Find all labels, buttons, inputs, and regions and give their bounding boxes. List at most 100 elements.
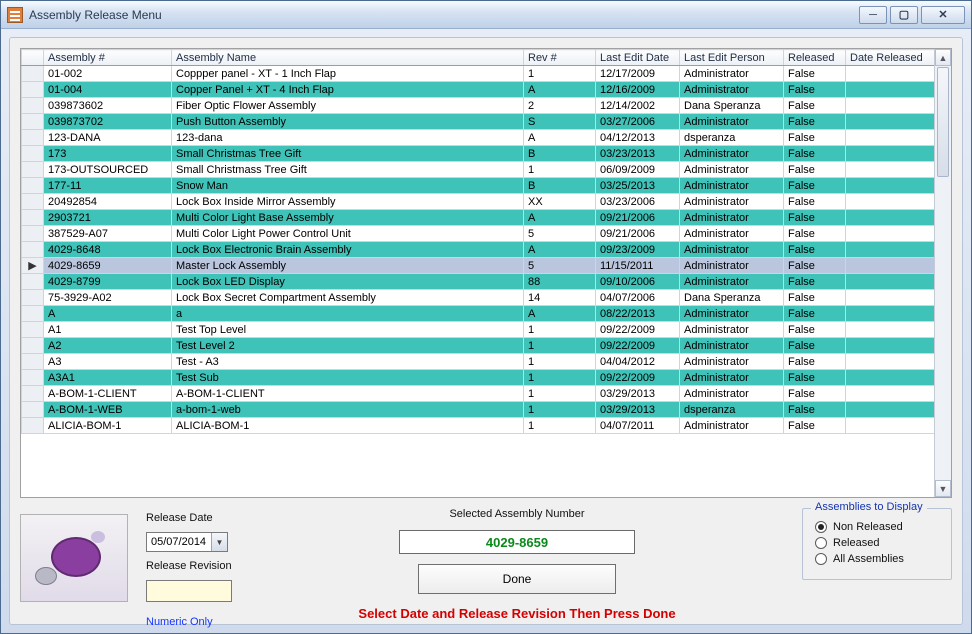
cell-assembly-name[interactable]: Lock Box Secret Compartment Assembly	[172, 290, 524, 306]
cell-assembly-name[interactable]: Multi Color Light Base Assembly	[172, 210, 524, 226]
cell-last-edit-person[interactable]: Administrator	[680, 370, 784, 386]
cell-last-edit-person[interactable]: Administrator	[680, 178, 784, 194]
cell-date-released[interactable]	[846, 274, 935, 290]
cell-date-released[interactable]	[846, 210, 935, 226]
cell-last-edit-person[interactable]: Administrator	[680, 226, 784, 242]
row-header[interactable]	[22, 418, 44, 434]
filter-option[interactable]: All Assemblies	[815, 553, 939, 565]
cell-assembly-name[interactable]: Snow Man	[172, 178, 524, 194]
cell-date-released[interactable]	[846, 226, 935, 242]
cell-last-edit-date[interactable]: 09/21/2006	[596, 226, 680, 242]
maximize-button[interactable]: ▢	[890, 6, 918, 24]
cell-released[interactable]: False	[784, 194, 846, 210]
cell-assembly-number[interactable]: 123-DANA	[44, 130, 172, 146]
cell-assembly-number[interactable]: A2	[44, 338, 172, 354]
row-header[interactable]	[22, 162, 44, 178]
table-row[interactable]: 01-002Coppper panel - XT - 1 Inch Flap11…	[22, 66, 935, 82]
table-row[interactable]: 173Small Christmas Tree GiftB03/23/2013A…	[22, 146, 935, 162]
row-header[interactable]	[22, 242, 44, 258]
cell-date-released[interactable]	[846, 322, 935, 338]
row-header[interactable]	[22, 66, 44, 82]
cell-rev[interactable]: 1	[524, 370, 596, 386]
cell-assembly-name[interactable]: a-bom-1-web	[172, 402, 524, 418]
cell-assembly-number[interactable]: ALICIA-BOM-1	[44, 418, 172, 434]
cell-released[interactable]: False	[784, 98, 846, 114]
cell-assembly-number[interactable]: 039873602	[44, 98, 172, 114]
col-rowheader[interactable]	[22, 50, 44, 66]
col-last-edit-date[interactable]: Last Edit Date	[596, 50, 680, 66]
cell-assembly-name[interactable]: Small Christmas Tree Gift	[172, 146, 524, 162]
cell-assembly-name[interactable]: Fiber Optic Flower Assembly	[172, 98, 524, 114]
cell-last-edit-date[interactable]: 08/22/2013	[596, 306, 680, 322]
cell-rev[interactable]: 5	[524, 226, 596, 242]
table-row[interactable]: A1Test Top Level109/22/2009Administrator…	[22, 322, 935, 338]
row-header[interactable]	[22, 146, 44, 162]
row-header[interactable]	[22, 354, 44, 370]
cell-last-edit-date[interactable]: 03/23/2006	[596, 194, 680, 210]
cell-last-edit-person[interactable]: Administrator	[680, 338, 784, 354]
cell-assembly-name[interactable]: Multi Color Light Power Control Unit	[172, 226, 524, 242]
cell-last-edit-date[interactable]: 04/07/2006	[596, 290, 680, 306]
filter-option[interactable]: Non Released	[815, 521, 939, 533]
row-header[interactable]	[22, 402, 44, 418]
scroll-thumb[interactable]	[937, 67, 949, 177]
table-row[interactable]: ▶4029-8659Master Lock Assembly511/15/201…	[22, 258, 935, 274]
close-button[interactable]: ✕	[921, 6, 965, 24]
col-rev[interactable]: Rev #	[524, 50, 596, 66]
cell-rev[interactable]: 1	[524, 322, 596, 338]
filter-option[interactable]: Released	[815, 537, 939, 549]
table-row[interactable]: 20492854Lock Box Inside Mirror AssemblyX…	[22, 194, 935, 210]
cell-released[interactable]: False	[784, 242, 846, 258]
cell-last-edit-date[interactable]: 09/22/2009	[596, 322, 680, 338]
chevron-down-icon[interactable]: ▼	[211, 533, 227, 551]
table-row[interactable]: 2903721Multi Color Light Base AssemblyA0…	[22, 210, 935, 226]
cell-released[interactable]: False	[784, 338, 846, 354]
cell-rev[interactable]: 14	[524, 290, 596, 306]
cell-last-edit-date[interactable]: 09/22/2009	[596, 370, 680, 386]
cell-last-edit-person[interactable]: dsperanza	[680, 402, 784, 418]
cell-rev[interactable]: 1	[524, 338, 596, 354]
cell-rev[interactable]: A	[524, 306, 596, 322]
cell-released[interactable]: False	[784, 258, 846, 274]
cell-date-released[interactable]	[846, 402, 935, 418]
table-row[interactable]: 01-004Copper Panel + XT - 4 Inch FlapA12…	[22, 82, 935, 98]
cell-last-edit-person[interactable]: dsperanza	[680, 130, 784, 146]
cell-date-released[interactable]	[846, 130, 935, 146]
cell-last-edit-date[interactable]: 03/29/2013	[596, 386, 680, 402]
cell-released[interactable]: False	[784, 354, 846, 370]
cell-assembly-name[interactable]: Master Lock Assembly	[172, 258, 524, 274]
cell-date-released[interactable]	[846, 162, 935, 178]
cell-date-released[interactable]	[846, 114, 935, 130]
cell-assembly-number[interactable]: A1	[44, 322, 172, 338]
row-header[interactable]	[22, 386, 44, 402]
titlebar[interactable]: Assembly Release Menu ─ ▢ ✕	[1, 1, 971, 29]
cell-assembly-number[interactable]: 387529-A07	[44, 226, 172, 242]
cell-rev[interactable]: 1	[524, 162, 596, 178]
cell-last-edit-person[interactable]: Administrator	[680, 82, 784, 98]
cell-assembly-number[interactable]: 177-11	[44, 178, 172, 194]
cell-rev[interactable]: A	[524, 130, 596, 146]
cell-last-edit-date[interactable]: 03/29/2013	[596, 402, 680, 418]
cell-assembly-number[interactable]: 4029-8648	[44, 242, 172, 258]
row-header[interactable]	[22, 226, 44, 242]
table-row[interactable]: 75-3929-A02Lock Box Secret Compartment A…	[22, 290, 935, 306]
header-row[interactable]: Assembly # Assembly Name Rev # Last Edit…	[22, 50, 935, 66]
row-header[interactable]	[22, 274, 44, 290]
cell-released[interactable]: False	[784, 386, 846, 402]
cell-date-released[interactable]	[846, 370, 935, 386]
table-row[interactable]: A3Test - A3104/04/2012AdministratorFalse	[22, 354, 935, 370]
cell-date-released[interactable]	[846, 82, 935, 98]
cell-assembly-name[interactable]: Test Level 2	[172, 338, 524, 354]
row-header[interactable]: ▶	[22, 258, 44, 274]
row-header[interactable]	[22, 370, 44, 386]
cell-released[interactable]: False	[784, 162, 846, 178]
cell-last-edit-person[interactable]: Administrator	[680, 194, 784, 210]
cell-date-released[interactable]	[846, 418, 935, 434]
table-row[interactable]: 173-OUTSOURCEDSmall Christmass Tree Gift…	[22, 162, 935, 178]
row-header[interactable]	[22, 290, 44, 306]
cell-last-edit-person[interactable]: Administrator	[680, 258, 784, 274]
cell-last-edit-person[interactable]: Administrator	[680, 418, 784, 434]
cell-assembly-name[interactable]: Push Button Assembly	[172, 114, 524, 130]
assembly-table[interactable]: Assembly # Assembly Name Rev # Last Edit…	[21, 49, 934, 434]
scroll-up-button[interactable]: ▲	[935, 49, 951, 66]
